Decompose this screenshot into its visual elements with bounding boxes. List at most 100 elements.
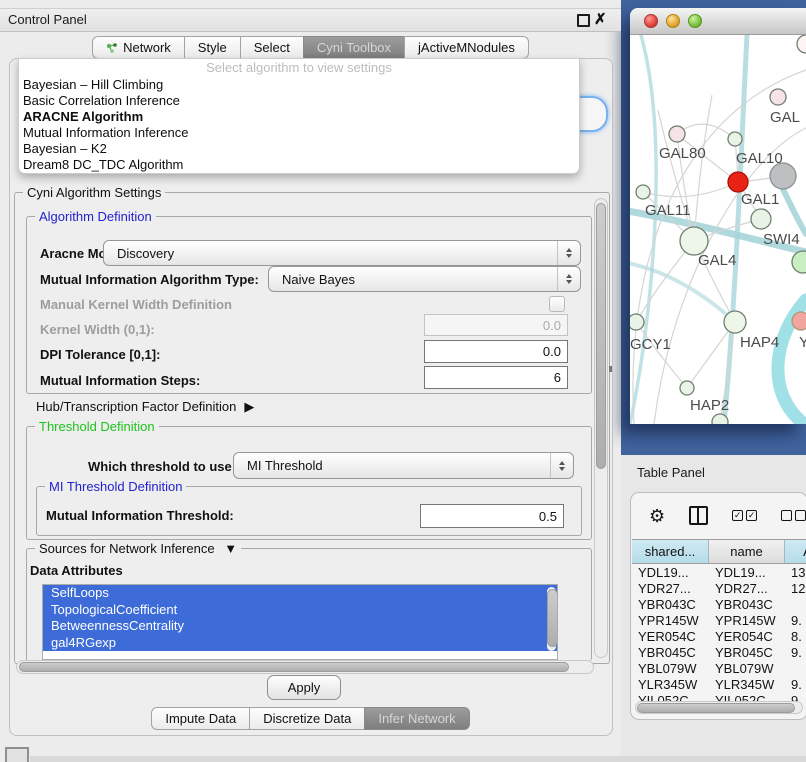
mi-threshold-label: Mutual Information Threshold: [46,508,234,523]
which-threshold-select[interactable]: MI Threshold [233,452,574,479]
table-toolbar: ⚙ ✓✓ [649,505,806,526]
network-icon [106,42,118,54]
network-node-gcy1[interactable] [630,314,644,330]
table-cell: YLR345W [632,677,709,692]
tab-label: Discretize Data [263,711,351,726]
column-header-a[interactable]: A [785,540,806,563]
zoom-traffic-light-icon[interactable] [688,14,702,28]
screen: GALGAL80GAL10GAL1GAL11GAL4SWI4GCY1HAP4YH… [0,0,806,762]
tab-style[interactable]: Style [184,36,241,59]
node-table: shared...nameA YDL19...YDL19...13YDR27..… [632,539,806,704]
mi-algorithm-type-select[interactable]: Naive Bayes [268,266,581,292]
table-row[interactable]: YLR345WYLR345W9. [632,676,806,692]
table-row[interactable]: YBL079WYBL079W [632,660,806,676]
apply-button[interactable]: Apply [267,675,341,700]
window-bottom-edge [30,756,806,762]
network-node-hap2[interactable] [680,381,694,395]
table-cell: YBR045C [632,645,709,660]
manual-kernel-width-checkbox[interactable] [549,296,565,312]
table-row[interactable]: YPR145WYPR145W9. [632,612,806,628]
mi-threshold-input[interactable]: 0.5 [420,504,564,528]
algorithm-option-basic-correlation-inference[interactable]: Basic Correlation Inference [19,93,579,109]
algorithm-option-dream8-dc-tdc-algorithm[interactable]: Dream8 DC_TDC Algorithm [19,157,579,173]
tab-impute-data[interactable]: Impute Data [151,707,250,730]
kernel-width-input[interactable]: 0.0 [424,314,568,336]
network-window-titlebar[interactable] [630,8,806,35]
list-scrollbar-thumb[interactable] [547,589,558,647]
table-horizontal-scrollbar[interactable] [635,701,803,714]
table-row[interactable]: YDL19...YDL19...13 [632,564,806,580]
table-cell: YPR145W [632,613,709,628]
column-header-shared[interactable]: shared... [632,540,709,563]
tab-label: Style [198,40,227,55]
close-icon[interactable]: ✗ [594,10,607,28]
network-node-hap4[interactable] [724,311,746,333]
float-window-icon[interactable] [577,14,590,27]
gear-icon[interactable]: ⚙ [649,507,665,525]
dpi-tolerance-label: DPI Tolerance [0,1]: [40,347,160,362]
network-node-gal10[interactable] [728,132,742,146]
settings-horizontal-scrollbar[interactable] [16,660,594,674]
table-cell: YBL079W [709,661,785,676]
tab-network[interactable]: Network [92,36,185,59]
sources-title[interactable]: Sources for Network Inference ▼ [35,541,241,556]
settings-horizontal-scrollbar-thumb[interactable] [19,662,569,672]
hub-definition-toggle[interactable]: Hub/Transcription Factor Definition▶ [36,399,254,415]
close-traffic-light-icon[interactable] [644,14,658,28]
table-cell: YER054C [632,629,709,644]
network-node-gal4[interactable] [680,227,708,255]
minimized-window-icon[interactable] [5,747,29,762]
tab-infer-network[interactable]: Infer Network [364,707,469,730]
data-attributes-list[interactable]: SelfLoopsTopologicalCoefficientBetweenne… [42,584,558,660]
minimize-traffic-light-icon[interactable] [666,14,680,28]
network-node[interactable] [728,172,748,192]
column-header-name[interactable]: name [709,540,785,563]
data-attribute-gal4rgexp[interactable]: gal4RGexp [43,635,557,652]
cyni-bottom-tabs: Impute Data Discretize Data Infer Network [0,707,621,730]
table-horizontal-scrollbar-thumb[interactable] [637,703,795,713]
algorithm-option-bayesian-k2[interactable]: Bayesian – K2 [19,141,579,157]
algorithm-option-mutual-information-inference[interactable]: Mutual Information Inference [19,125,579,141]
data-attribute-selfloops[interactable]: SelfLoops [43,585,557,602]
data-attribute-topologicalcoefficient[interactable]: TopologicalCoefficient [43,602,557,619]
tab-discretize-data[interactable]: Discretize Data [249,707,365,730]
mi-steps-input[interactable]: 6 [424,366,568,389]
network-node-label: Y [799,334,806,351]
settings-vertical-scrollbar[interactable] [594,198,608,658]
deselect-all-checkboxes-icon[interactable] [781,510,806,521]
table-cell: 9. [785,613,806,628]
network-node-gal11[interactable] [636,185,650,199]
collapse-arrow-icon: ▼ [224,541,237,556]
settings-vertical-scrollbar-thumb[interactable] [596,203,606,469]
table-cell: YDL19... [632,565,709,580]
data-attributes-items: SelfLoopsTopologicalCoefficientBetweenne… [43,585,557,651]
network-node-gal80[interactable] [669,126,685,142]
tab-cyni-toolbox[interactable]: Cyni Toolbox [303,36,405,59]
kernel-width-label: Kernel Width (0,1): [40,322,155,337]
table-cell: YLR345W [709,677,785,692]
list-vertical-scrollbar[interactable] [547,587,556,651]
algorithm-option-bayesian-hill-climbing[interactable]: Bayesian – Hill Climbing [19,77,579,93]
threshold-definition-title: Threshold Definition [35,419,159,434]
table-row[interactable]: YDR27...YDR27...12 [632,580,806,596]
tab-jactivemnodules[interactable]: jActiveMNodules [404,36,529,59]
table-row[interactable]: YBR043CYBR043C [632,596,806,612]
network-canvas[interactable]: GALGAL80GAL10GAL1GAL11GAL4SWI4GCY1HAP4YH… [630,35,806,424]
network-node-gal[interactable] [770,89,786,105]
network-node-y[interactable] [792,312,806,330]
tab-select[interactable]: Select [240,36,304,59]
table-row[interactable]: YBR045CYBR045C9. [632,644,806,660]
select-all-checkboxes-icon[interactable]: ✓✓ [732,510,757,521]
network-node-gal1[interactable] [751,209,771,229]
aracne-mode-select[interactable]: Discovery [103,240,581,266]
network-node-label: GAL80 [659,145,706,162]
algorithm-option-aracne-algorithm[interactable]: ARACNE Algorithm [19,109,579,125]
data-attribute-betweennesscentrality[interactable]: BetweennessCentrality [43,618,557,635]
control-panel-titlebar: Control Panel ✗ [0,8,621,32]
panel-splitter-handle[interactable] [609,366,612,372]
split-columns-icon[interactable] [689,506,708,525]
table-cell: YBR043C [632,597,709,612]
network-node[interactable] [712,414,728,424]
table-row[interactable]: YER054CYER054C8. [632,628,806,644]
dpi-tolerance-input[interactable]: 0.0 [424,340,568,363]
